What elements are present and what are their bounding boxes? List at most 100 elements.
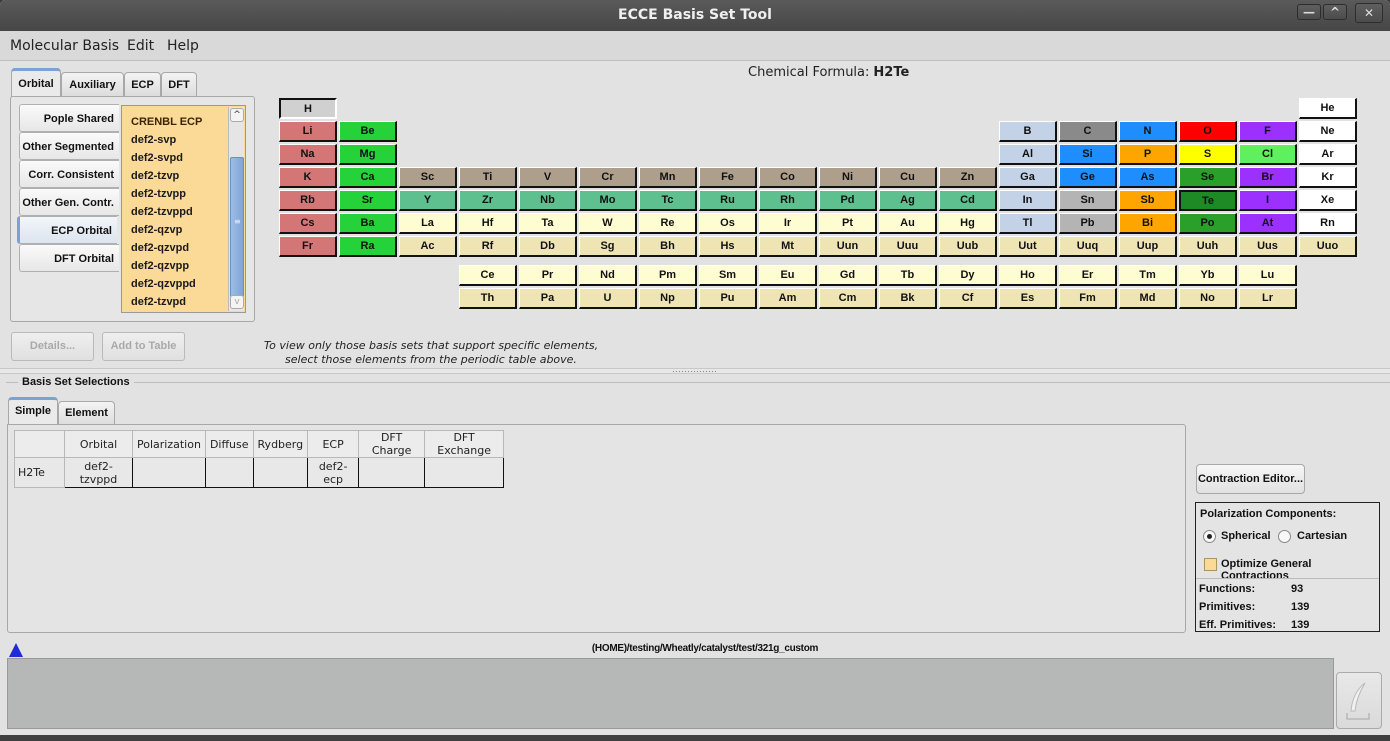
tab-simple[interactable]: Simple (8, 397, 58, 425)
element-pr[interactable]: Pr (519, 265, 577, 286)
element-zr[interactable]: Zr (459, 190, 517, 211)
element-hf[interactable]: Hf (459, 213, 517, 234)
element-ni[interactable]: Ni (819, 167, 877, 188)
element-yb[interactable]: Yb (1179, 265, 1237, 286)
menu-molecular-basis[interactable]: Molecular Basis (10, 38, 119, 54)
element-hs[interactable]: Hs (699, 236, 757, 257)
element-ru[interactable]: Ru (699, 190, 757, 211)
element-o[interactable]: O (1179, 121, 1237, 142)
maximize-button[interactable]: ^ (1323, 4, 1347, 20)
element-au[interactable]: Au (879, 213, 937, 234)
element-v[interactable]: V (519, 167, 577, 188)
element-ar[interactable]: Ar (1299, 144, 1357, 165)
add-to-table-button[interactable]: Add to Table (102, 332, 185, 361)
element-ho[interactable]: Ho (999, 265, 1057, 286)
element-n[interactable]: N (1119, 121, 1177, 142)
element-uup[interactable]: Uup (1119, 236, 1177, 257)
element-in[interactable]: In (999, 190, 1057, 211)
table-cell[interactable] (132, 457, 206, 488)
element-pa[interactable]: Pa (519, 288, 577, 309)
list-item[interactable]: def2-qzvppd (131, 278, 196, 290)
tab-auxiliary[interactable]: Auxiliary (61, 72, 124, 96)
element-mo[interactable]: Mo (579, 190, 637, 211)
list-item[interactable]: def2-svp (131, 134, 176, 146)
element-ca[interactable]: Ca (339, 167, 397, 188)
list-item[interactable]: def2-tzvppd (131, 206, 193, 218)
element-uuu[interactable]: Uuu (879, 236, 937, 257)
element-uuo[interactable]: Uuo (1299, 236, 1357, 257)
element-gd[interactable]: Gd (819, 265, 877, 286)
list-item[interactable]: def2-tzvpd (131, 296, 186, 308)
element-cm[interactable]: Cm (819, 288, 877, 309)
element-cs[interactable]: Cs (279, 213, 337, 234)
element-pd[interactable]: Pd (819, 190, 877, 211)
element-ge[interactable]: Ge (1059, 167, 1117, 188)
element-eu[interactable]: Eu (759, 265, 817, 286)
element-pb[interactable]: Pb (1059, 213, 1117, 234)
list-item[interactable]: def2-qzvpd (131, 242, 189, 254)
element-p[interactable]: P (1119, 144, 1177, 165)
menu-help[interactable]: Help (167, 38, 199, 54)
element-uun[interactable]: Uun (819, 236, 877, 257)
element-co[interactable]: Co (759, 167, 817, 188)
element-uuq[interactable]: Uuq (1059, 236, 1117, 257)
list-item[interactable]: def2-svpd (131, 152, 183, 164)
element-uuh[interactable]: Uuh (1179, 236, 1237, 257)
element-mn[interactable]: Mn (639, 167, 697, 188)
table-cell[interactable]: def2-ecp (307, 457, 360, 488)
element-rf[interactable]: Rf (459, 236, 517, 257)
element-sr[interactable]: Sr (339, 190, 397, 211)
element-na[interactable]: Na (279, 144, 337, 165)
scroll-up-icon[interactable]: ^ (230, 108, 244, 122)
category-dft-orbital[interactable]: DFT Orbital (19, 244, 119, 272)
contraction-editor-button[interactable]: Contraction Editor... (1196, 464, 1305, 494)
element-br[interactable]: Br (1239, 167, 1297, 188)
element-w[interactable]: W (579, 213, 637, 234)
element-s[interactable]: S (1179, 144, 1237, 165)
tab-ecp[interactable]: ECP (124, 72, 161, 96)
element-fr[interactable]: Fr (279, 236, 337, 257)
element-er[interactable]: Er (1059, 265, 1117, 286)
category-other-gen-contr[interactable]: Other Gen. Contr. (19, 188, 119, 216)
element-ta[interactable]: Ta (519, 213, 577, 234)
element-li[interactable]: Li (279, 121, 337, 142)
list-scrollbar[interactable]: ^ ≡ v (228, 107, 244, 311)
table-cell[interactable] (424, 457, 505, 488)
element-pu[interactable]: Pu (699, 288, 757, 309)
element-tl[interactable]: Tl (999, 213, 1057, 234)
element-xe[interactable]: Xe (1299, 190, 1357, 211)
close-button[interactable]: ✕ (1355, 3, 1383, 23)
element-ne[interactable]: Ne (1299, 121, 1357, 142)
cartesian-label[interactable]: Cartesian (1297, 530, 1347, 542)
element-i[interactable]: I (1239, 190, 1297, 211)
element-f[interactable]: F (1239, 121, 1297, 142)
column-header[interactable]: Diffuse (204, 430, 254, 458)
cartesian-radio[interactable] (1278, 530, 1291, 543)
element-rn[interactable]: Rn (1299, 213, 1357, 234)
element-he[interactable]: He (1299, 98, 1357, 119)
element-cu[interactable]: Cu (879, 167, 937, 188)
element-mg[interactable]: Mg (339, 144, 397, 165)
element-h[interactable]: H (279, 98, 337, 119)
column-header[interactable]: Polarization (132, 430, 206, 458)
spherical-radio[interactable] (1203, 530, 1216, 543)
table-cell[interactable] (252, 457, 309, 488)
list-item[interactable]: def2-qzvp (131, 224, 182, 236)
details-button[interactable]: Details... (11, 332, 94, 361)
column-header[interactable]: Rydberg (252, 430, 309, 458)
element-u[interactable]: U (579, 288, 637, 309)
element-no[interactable]: No (1179, 288, 1237, 309)
element-tm[interactable]: Tm (1119, 265, 1177, 286)
element-be[interactable]: Be (339, 121, 397, 142)
element-ag[interactable]: Ag (879, 190, 937, 211)
element-tb[interactable]: Tb (879, 265, 937, 286)
category-corr-consistent[interactable]: Corr. Consistent (19, 160, 119, 188)
element-th[interactable]: Th (459, 288, 517, 309)
element-sb[interactable]: Sb (1119, 190, 1177, 211)
element-ir[interactable]: Ir (759, 213, 817, 234)
feather-button[interactable] (1336, 672, 1382, 729)
pane-splitter[interactable] (0, 368, 1390, 374)
column-header[interactable]: Orbital (64, 430, 133, 458)
element-se[interactable]: Se (1179, 167, 1237, 188)
element-tc[interactable]: Tc (639, 190, 697, 211)
